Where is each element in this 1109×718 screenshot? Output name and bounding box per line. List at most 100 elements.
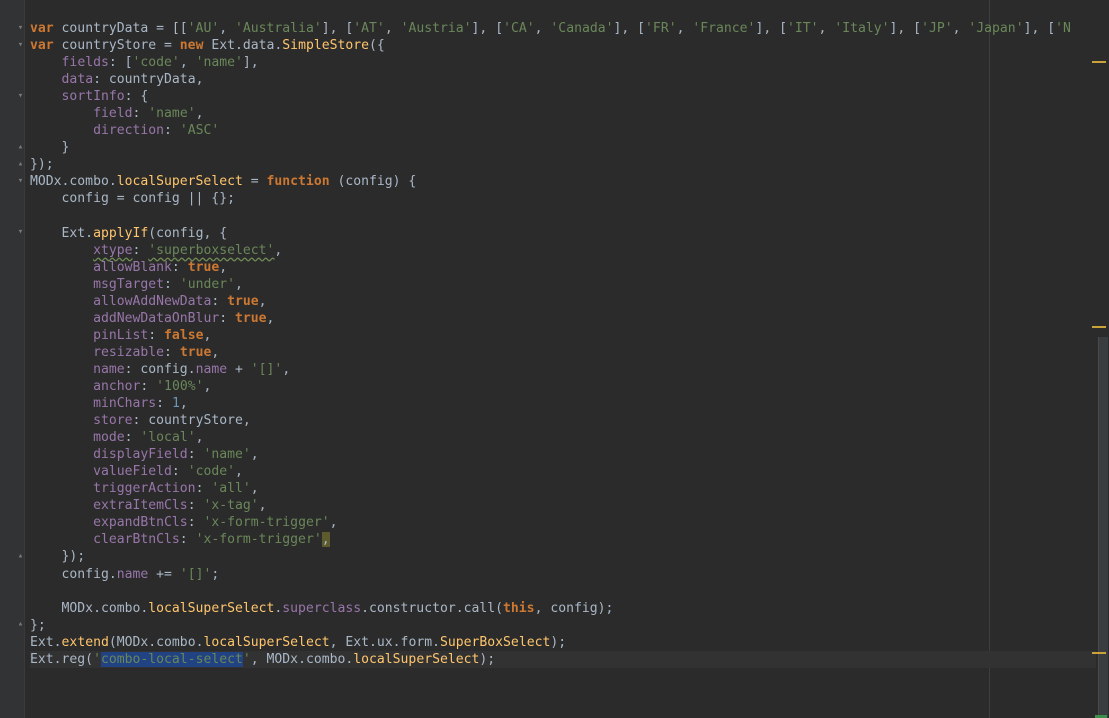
code-token: (config, { [148,225,228,241]
code-token: function [266,174,330,190]
fold-marker-icon[interactable]: ▾ [17,228,24,237]
code-line[interactable]: addNewDataOnBlur: true, [30,310,1109,327]
code-token: var [30,38,54,54]
code-line[interactable]: xtype: 'superboxselect', [30,242,1109,259]
code-token: ); [479,651,496,667]
code-line[interactable]: name: config.name + '[]', [30,361,1109,378]
code-token: true [187,259,220,275]
code-line[interactable]: extraItemCls: 'x-tag', [30,497,1109,514]
code-line[interactable]: }); [30,548,1109,565]
fold-marker-icon[interactable]: ▾ [17,41,24,50]
code-token: : [187,498,204,514]
code-token: '[]' [250,361,283,377]
code-token: + [227,361,251,377]
code-token: SuperBoxSelect [439,634,551,650]
code-token: resizable [93,344,165,360]
code-token: : [140,378,157,394]
code-line[interactable]: allowAddNewData: true, [30,293,1109,310]
code-token: triggerAction [93,481,196,497]
code-token: combo-local-select [100,651,243,667]
fold-marker-icon[interactable]: ▴ [17,160,24,169]
code-line[interactable]: field: 'name', [30,105,1109,122]
code-line[interactable]: config = config || {}; [30,190,1109,207]
code-content[interactable]: var countryData = [['AU', 'Australia'], … [30,20,1109,668]
fold-marker-icon[interactable]: ▴ [17,143,24,152]
code-line[interactable]: Ext.extend(MODx.combo.localSuperSelect, … [30,634,1109,651]
code-line[interactable]: sortInfo: { [30,88,1109,105]
code-line[interactable]: valueField: 'code', [30,463,1109,480]
code-line[interactable]: mode: 'local', [30,429,1109,446]
code-token: pinList [93,327,149,343]
code-token: : [164,123,180,139]
code-token: : [132,106,149,122]
code-line[interactable]: Ext.reg('combo-local-select', MODx.combo… [30,650,1109,668]
warning-stripe-marker[interactable] [1092,652,1106,654]
code-token: : [ [108,55,133,71]
code-token: : [195,481,212,497]
code-token: , [250,447,259,463]
scrollbar-thumb[interactable] [1098,337,1108,718]
code-line[interactable]: expandBtnCls: 'x-form-trigger', [30,514,1109,531]
code-token: , MODx.combo. [250,651,354,667]
code-line[interactable]: clearBtnCls: 'x-form-trigger', [30,531,1109,548]
code-line[interactable]: fields: ['code', 'name'], [30,54,1109,71]
code-token: '[]' [179,566,212,582]
code-line[interactable]: direction: 'ASC' [30,122,1109,139]
code-token: config = config || {}; [30,191,235,207]
code-token: 'all' [211,481,251,497]
code-token: true [235,310,267,326]
code-line[interactable]: triggerAction: 'all', [30,480,1109,497]
code-token: ; [211,566,220,582]
code-token: 'Japan' [968,21,1024,36]
code-token: , [219,21,235,36]
warning-stripe-marker[interactable] [1092,326,1106,328]
code-line[interactable]: ​ [30,583,1109,600]
code-line[interactable]: var countryData = [['AU', 'Australia'], … [30,20,1109,37]
code-token: }; [30,617,46,633]
warning-stripe-marker[interactable] [1092,61,1106,63]
code-token: 'N [1055,21,1071,36]
fold-marker-icon[interactable]: ▴ [17,620,24,629]
fold-marker-icon[interactable]: ▴ [17,552,24,561]
code-token: Ext.reg( [30,651,94,667]
code-token: name [195,361,228,377]
code-line[interactable]: }); [30,156,1109,173]
code-token: ], [ [613,21,646,36]
code-line[interactable]: Ext.applyIf(config, { [30,225,1109,242]
code-line[interactable]: displayField: 'name', [30,446,1109,463]
vertical-scrollbar[interactable] [1096,0,1109,718]
code-line[interactable]: }; [30,617,1109,634]
code-token: , config); [534,600,614,616]
code-token: 'Austria' [400,21,472,36]
editor-gutter: ▾ ▾ ▾ ▴ ▴ ▾ ▾ ▴ ▴ [0,0,25,718]
code-token: allowAddNewData [93,293,212,309]
code-line[interactable]: MODx.combo.localSuperSelect.superclass.c… [30,600,1109,617]
code-line[interactable]: data: countryData, [30,71,1109,88]
code-line[interactable]: store: countryStore, [30,412,1109,429]
code-line[interactable]: config.name += '[]'; [30,566,1109,583]
code-line[interactable]: ​ [30,208,1109,225]
code-line[interactable]: minChars: 1, [30,395,1109,412]
code-editor[interactable]: ▾ ▾ ▾ ▴ ▴ ▾ ▾ ▴ ▴ var countryData = [['A… [0,0,1109,718]
fold-marker-icon[interactable]: ▾ [17,24,24,33]
code-line[interactable]: anchor: '100%', [30,378,1109,395]
fold-marker-icon[interactable]: ▾ [17,177,24,186]
code-line[interactable]: allowBlank: true, [30,259,1109,276]
code-token: : [187,515,204,531]
code-line[interactable]: } [30,139,1109,156]
code-token: 'Australia' [235,21,322,36]
code-line[interactable]: MODx.combo.localSuperSelect = function (… [30,173,1109,190]
code-line[interactable]: pinList: false, [30,327,1109,344]
code-line[interactable]: resizable: true, [30,344,1109,361]
code-token: clearBtnCls [93,532,180,548]
code-token: displayField [93,447,188,463]
code-line[interactable]: var countryStore = new Ext.data.SimpleSt… [30,37,1109,54]
code-line[interactable]: msgTarget: 'under', [30,276,1109,293]
fold-marker-icon[interactable]: ▾ [17,92,24,101]
code-token: : [211,293,228,309]
